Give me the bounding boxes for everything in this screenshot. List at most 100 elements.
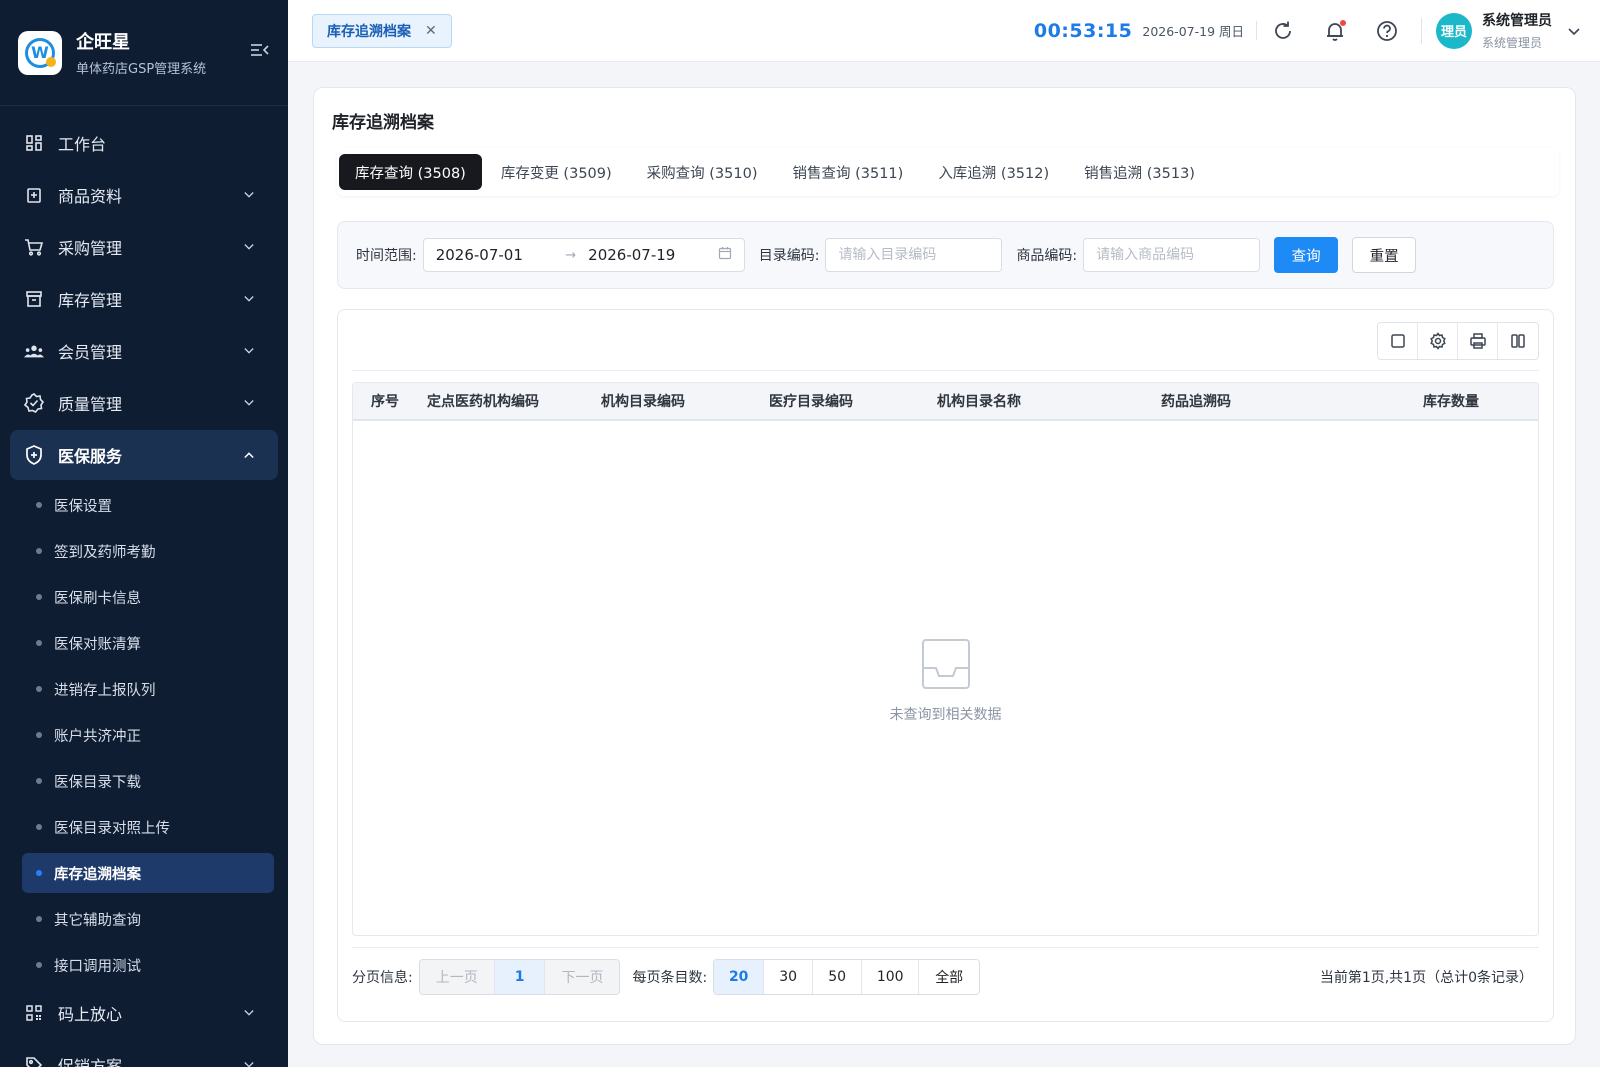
user-menu-chevron-icon[interactable] xyxy=(1568,21,1580,40)
arrow-right-icon: → xyxy=(565,247,577,263)
tab-inventory-change[interactable]: 库存变更 (3509) xyxy=(485,154,628,190)
catalog-code-input[interactable] xyxy=(825,238,1003,272)
sidebar-item-label: 质量管理 xyxy=(58,395,123,414)
bullet-icon xyxy=(36,548,42,554)
sidebar-item-members[interactable]: 会员管理 xyxy=(10,326,278,376)
user-role: 系统管理员 xyxy=(1482,36,1543,50)
start-date[interactable]: 2026-07-01 xyxy=(436,246,523,264)
product-icon xyxy=(24,185,44,205)
inventory-icon xyxy=(24,289,44,309)
sidebar-item-dashboard[interactable]: 工作台 xyxy=(10,118,278,168)
column-header[interactable]: 医疗目录编码 xyxy=(769,391,937,411)
fullscreen-icon[interactable] xyxy=(1378,323,1418,359)
sidebar-subitem[interactable]: 医保目录对照上传 xyxy=(22,804,274,850)
column-header[interactable]: 定点医药机构编码 xyxy=(423,391,601,411)
shield-icon xyxy=(24,445,44,465)
brand: W 企旺星 单体药店GSP管理系统 xyxy=(0,0,288,106)
sidebar-subitem-active[interactable]: 库存追溯档案 xyxy=(22,853,274,893)
chevron-down-icon xyxy=(244,398,254,408)
help-icon[interactable] xyxy=(1361,11,1413,51)
sidebar-subitem[interactable]: 账户共济冲正 xyxy=(22,712,274,758)
refresh-icon[interactable] xyxy=(1257,11,1309,51)
date-range-picker[interactable]: 2026-07-01 → 2026-07-19 xyxy=(422,238,745,272)
top-header: 库存追溯档案 ✕ 00:53:15 2026-07-19 周日 理员 系统管理员… xyxy=(288,0,1600,62)
sidebar-item-label: 会员管理 xyxy=(58,343,123,362)
bullet-icon xyxy=(36,640,42,646)
sidebar-menu: 工作台 商品资料 采购管理 库存管理 会员管理 质量管理 医保服务 医保设置 签… xyxy=(0,106,288,1067)
columns-icon[interactable] xyxy=(1498,323,1538,359)
product-code-input[interactable] xyxy=(1083,238,1261,272)
table-card: 序号 定点医药机构编码 机构目录编码 医疗目录编码 机构目录名称 药品追溯码 库… xyxy=(337,309,1554,1022)
tab-purchase-query[interactable]: 采购查询 (3510) xyxy=(631,154,774,190)
page-nav: 上一页 1 下一页 xyxy=(418,959,621,995)
sidebar: W 企旺星 单体药店GSP管理系统 工作台 商品资料 采购管理 库存管理 会员管… xyxy=(0,0,288,1067)
tab-sales-query[interactable]: 销售查询 (3511) xyxy=(776,154,919,190)
time-range-label: 时间范围: xyxy=(356,248,417,264)
medical-insurance-submenu: 医保设置 签到及药师考勤 医保刷卡信息 医保对账清算 进销存上报队列 账户共济冲… xyxy=(0,482,288,988)
page-size-option[interactable]: 30 xyxy=(764,960,814,994)
page-size-options: 20 30 50 100 全部 xyxy=(713,959,981,995)
data-table: 序号 定点医药机构编码 机构目录编码 医疗目录编码 机构目录名称 药品追溯码 库… xyxy=(352,382,1539,936)
empty-inbox-icon xyxy=(353,638,1538,694)
column-header[interactable]: 库存数量 xyxy=(1423,391,1479,411)
column-header[interactable]: 机构目录编码 xyxy=(601,391,769,411)
sidebar-subitem[interactable]: 医保对账清算 xyxy=(22,620,274,666)
tab-inventory-query[interactable]: 库存查询 (3508) xyxy=(339,154,482,190)
sidebar-subitem[interactable]: 其它辅助查询 xyxy=(22,896,274,942)
sidebar-item-products[interactable]: 商品资料 xyxy=(10,170,278,220)
sidebar-item-inventory[interactable]: 库存管理 xyxy=(10,274,278,324)
bullet-icon xyxy=(36,732,42,738)
prev-page-button[interactable]: 上一页 xyxy=(419,960,495,994)
avatar[interactable]: 理员 xyxy=(1436,12,1472,49)
chevron-down-icon xyxy=(244,1060,254,1067)
notification-badge xyxy=(1340,19,1346,26)
close-icon[interactable]: ✕ xyxy=(425,23,437,39)
members-icon xyxy=(24,341,44,361)
query-button[interactable]: 查询 xyxy=(1274,237,1339,273)
sidebar-item-qrcode[interactable]: 码上放心 xyxy=(10,988,278,1038)
column-header[interactable]: 机构目录名称 xyxy=(937,391,1161,411)
column-header[interactable]: 序号 xyxy=(353,391,423,411)
sidebar-subitem[interactable]: 医保刷卡信息 xyxy=(22,574,274,620)
reset-button[interactable]: 重置 xyxy=(1352,237,1417,273)
tab-sales-trace[interactable]: 销售追溯 (3513) xyxy=(1068,154,1211,190)
chevron-down-icon xyxy=(244,294,254,304)
end-date[interactable]: 2026-07-19 xyxy=(588,246,675,264)
page-size-option[interactable]: 20 xyxy=(714,960,765,994)
sidebar-subitem[interactable]: 医保目录下载 xyxy=(22,758,274,804)
page-number-button[interactable]: 1 xyxy=(494,960,546,994)
sidebar-subitem[interactable]: 接口调用测试 xyxy=(22,942,274,988)
column-header[interactable]: 药品追溯码 xyxy=(1161,391,1423,411)
collapse-sidebar-icon[interactable] xyxy=(250,42,270,63)
pagination-status: 当前第1页,共1页（总计0条记录） xyxy=(1319,970,1533,986)
empty-message: 未查询到相关数据 xyxy=(889,707,1002,723)
print-icon[interactable] xyxy=(1458,323,1498,359)
page-size-option[interactable]: 50 xyxy=(813,960,863,994)
query-tabs: 库存查询 (3508) 库存变更 (3509) 采购查询 (3510) 销售查询… xyxy=(337,148,1559,196)
sidebar-subitem[interactable]: 进销存上报队列 xyxy=(22,666,274,712)
sidebar-subitem[interactable]: 医保设置 xyxy=(22,482,274,528)
product-code-label: 商品编码: xyxy=(1016,248,1078,264)
notification-bell-icon[interactable] xyxy=(1309,11,1361,51)
sidebar-item-purchase[interactable]: 采购管理 xyxy=(10,222,278,272)
bullet-icon xyxy=(36,916,42,922)
calendar-icon[interactable] xyxy=(718,246,732,264)
table-toolbar xyxy=(1377,322,1539,360)
user-name: 系统管理员 xyxy=(1482,13,1552,29)
qrcode-icon xyxy=(24,1003,44,1023)
tab-inbound-trace[interactable]: 入库追溯 (3512) xyxy=(922,154,1065,190)
open-tab[interactable]: 库存追溯档案 ✕ xyxy=(312,13,452,48)
open-tab-label: 库存追溯档案 xyxy=(327,23,411,40)
bullet-icon xyxy=(36,502,42,508)
sidebar-item-promotion[interactable]: 促销方案 xyxy=(10,1040,278,1067)
page-size-option[interactable]: 全部 xyxy=(919,960,980,994)
settings-gear-icon[interactable] xyxy=(1418,323,1458,359)
table-header: 序号 定点医药机构编码 机构目录编码 医疗目录编码 机构目录名称 药品追溯码 库… xyxy=(353,383,1538,421)
page-size-option[interactable]: 100 xyxy=(862,960,920,994)
sidebar-item-medical-insurance[interactable]: 医保服务 xyxy=(10,430,278,480)
sidebar-subitem[interactable]: 签到及药师考勤 xyxy=(22,528,274,574)
sidebar-item-quality[interactable]: 质量管理 xyxy=(10,378,278,428)
page-title: 库存追溯档案 xyxy=(332,113,434,133)
sidebar-item-label: 促销方案 xyxy=(58,1057,123,1067)
next-page-button[interactable]: 下一页 xyxy=(545,960,620,994)
